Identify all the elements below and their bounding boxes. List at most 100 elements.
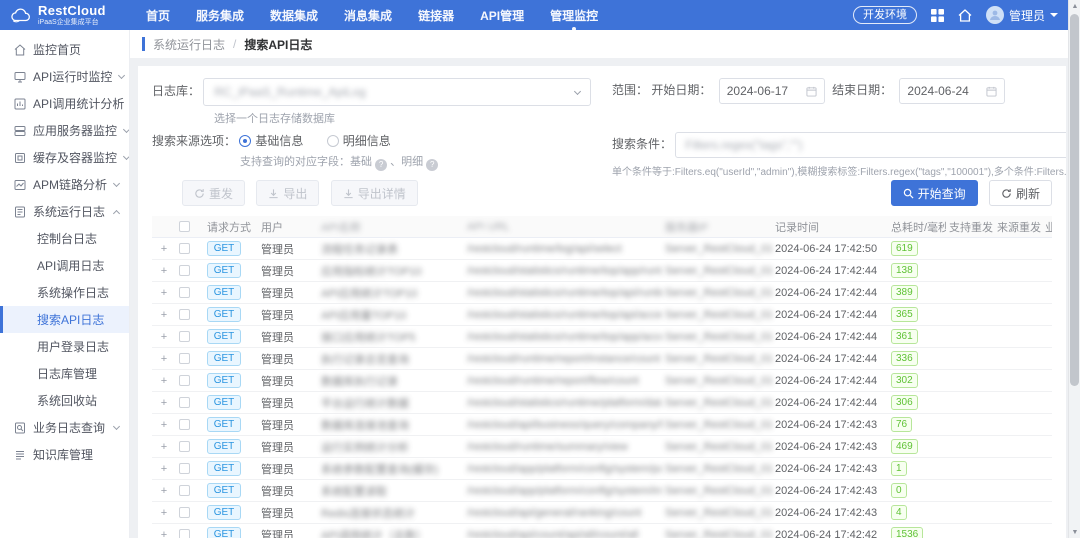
sidebar-sub-user-login-log[interactable]: 用户登录日志 xyxy=(0,333,129,360)
scroll-up-icon[interactable]: ▲ xyxy=(1069,0,1080,12)
expand-row-icon[interactable]: + xyxy=(152,265,176,277)
nav-item-service-integration[interactable]: 服务集成 xyxy=(196,7,244,24)
user-menu[interactable]: 管理员 xyxy=(986,6,1058,24)
environment-badge[interactable]: 开发环境 xyxy=(853,6,917,24)
breadcrumb-parent[interactable]: 系统运行日志 xyxy=(153,36,225,53)
log-db-select[interactable]: RC_iPaaS_Runtime_ApiLog xyxy=(203,78,591,106)
table-row[interactable]: + GET 管理员 API应用统计TOP10 /restcloud/statis… xyxy=(152,282,1052,304)
expand-row-icon[interactable]: + xyxy=(152,419,176,431)
row-checkbox[interactable] xyxy=(179,441,190,452)
expand-row-icon[interactable]: + xyxy=(152,529,176,538)
row-checkbox[interactable] xyxy=(179,529,190,538)
radio-detail-dot[interactable] xyxy=(327,135,339,147)
expand-row-icon[interactable]: + xyxy=(152,353,176,365)
row-checkbox[interactable] xyxy=(179,419,190,430)
table-row[interactable]: + GET 管理员 API应用量TOP10 /restcloud/statist… xyxy=(152,304,1052,326)
expand-row-icon[interactable]: + xyxy=(152,243,176,255)
sidebar-item-apm-trace-analysis[interactable]: APM链路分析 xyxy=(0,171,129,198)
row-checkbox[interactable] xyxy=(179,397,190,408)
table-row[interactable]: + GET 管理员 执行记录总览查询 /restcloud/runtime/re… xyxy=(152,348,1052,370)
sidebar-item-business-log-query[interactable]: 业务日志查询 xyxy=(0,414,129,441)
sidebar-item-system-run-logs[interactable]: 系统运行日志 xyxy=(0,198,129,225)
table-row[interactable]: + GET 管理员 API调用统计（总数） /restcloud/api/cou… xyxy=(152,524,1052,538)
nav-item-api-management[interactable]: API管理 xyxy=(480,7,524,24)
sidebar-item-api-stats-analysis[interactable]: API调用统计分析 xyxy=(0,90,129,117)
row-server: Server_RestCloud_01 xyxy=(662,353,772,365)
row-record-time: 2024-06-24 17:42:44 xyxy=(772,309,888,321)
row-checkbox[interactable] xyxy=(179,243,190,254)
sidebar-item-cache-container-monitor[interactable]: 缓存及容器监控 xyxy=(0,144,129,171)
col-method: 请求方式 xyxy=(204,219,258,235)
sidebar-sub-log-db-management[interactable]: 日志库管理 xyxy=(0,360,129,387)
row-api-name: 系统参数配置查询(缓存) xyxy=(318,461,464,477)
row-checkbox[interactable] xyxy=(179,265,190,276)
scrollbar-thumb[interactable] xyxy=(1070,14,1079,386)
home-icon[interactable] xyxy=(958,9,972,22)
end-date-input[interactable]: 2024-06-24 xyxy=(899,78,1005,104)
row-checkbox[interactable] xyxy=(179,287,190,298)
sidebar-item-knowledge-base[interactable]: 知识库管理 xyxy=(0,441,129,468)
table-row[interactable]: + GET 管理员 系统参数配置查询(缓存) /restcloud/app/pl… xyxy=(152,458,1052,480)
table-row[interactable]: + GET 管理员 流程任务记录表 /restcloud/runtime/log… xyxy=(152,238,1052,260)
sidebar-sub-system-op-log[interactable]: 系统操作日志 xyxy=(0,279,129,306)
sidebar-sub-recycle-bin[interactable]: 系统回收站 xyxy=(0,387,129,414)
table-row[interactable]: + GET 管理员 运行实例统计分析 /restcloud/runtime/su… xyxy=(152,436,1052,458)
row-server: Server_RestCloud_01 xyxy=(662,507,772,519)
resend-button[interactable]: 重发 xyxy=(182,180,245,206)
row-checkbox[interactable] xyxy=(179,463,190,474)
table-row[interactable]: + GET 管理员 数据库执行记录 /restcloud/runtime/rep… xyxy=(152,370,1052,392)
sidebar-item-api-runtime-monitor[interactable]: API运行时监控 xyxy=(0,63,129,90)
col-server: 服务器IP xyxy=(662,219,772,235)
row-api-name: 运行实例统计分析 xyxy=(318,439,464,455)
expand-row-icon[interactable]: + xyxy=(152,463,176,475)
sidebar-sub-api-call-log[interactable]: API调用日志 xyxy=(0,252,129,279)
nav-item-home[interactable]: 首页 xyxy=(146,7,170,24)
search-condition-input[interactable]: Filters.regex("tags","") xyxy=(675,132,1066,158)
row-api-name: API应用量TOP10 xyxy=(318,307,464,323)
sidebar-sub-search-api-log[interactable]: 搜索API日志 xyxy=(0,306,129,333)
expand-row-icon[interactable]: + xyxy=(152,507,176,519)
radio-basic[interactable]: 基础信息 xyxy=(239,134,323,148)
radio-detail[interactable]: 明细信息 xyxy=(327,134,411,148)
row-checkbox[interactable] xyxy=(179,507,190,518)
apps-grid-icon[interactable] xyxy=(931,9,944,22)
nav-item-management-monitor[interactable]: 管理监控 xyxy=(550,7,598,24)
expand-row-icon[interactable]: + xyxy=(152,441,176,453)
sidebar-item-monitor-home[interactable]: 监控首页 xyxy=(0,36,129,63)
expand-row-icon[interactable]: + xyxy=(152,485,176,497)
sidebar-item-app-server-monitor[interactable]: 应用服务器监控 xyxy=(0,117,129,144)
export-detail-button[interactable]: 导出详情 xyxy=(331,180,418,206)
start-query-button[interactable]: 开始查询 xyxy=(891,180,978,206)
select-all-checkbox[interactable] xyxy=(179,221,190,232)
brand[interactable]: RestCloud iPaaS企业集成平台 xyxy=(10,4,138,26)
help-question-icon[interactable]: ? xyxy=(426,159,438,171)
expand-row-icon[interactable]: + xyxy=(152,287,176,299)
table-row[interactable]: + GET 管理员 接口应用统计TOP5 /restcloud/statisti… xyxy=(152,326,1052,348)
condition-help: 单个条件等于:Filters.eq("userId","admin"),模糊搜索… xyxy=(612,163,1066,178)
row-checkbox[interactable] xyxy=(179,309,190,320)
nav-item-message-integration[interactable]: 消息集成 xyxy=(344,7,392,24)
nav-item-connector[interactable]: 链接器 xyxy=(418,7,454,24)
start-date-input[interactable]: 2024-06-17 xyxy=(719,78,825,104)
radio-basic-dot[interactable] xyxy=(239,135,251,147)
nav-item-data-integration[interactable]: 数据集成 xyxy=(270,7,318,24)
scroll-down-icon[interactable]: ▼ xyxy=(1069,526,1080,538)
expand-row-icon[interactable]: + xyxy=(152,309,176,321)
expand-row-icon[interactable]: + xyxy=(152,375,176,387)
row-checkbox[interactable] xyxy=(179,353,190,364)
sidebar-sub-console-log[interactable]: 控制台日志 xyxy=(0,225,129,252)
refresh-button[interactable]: 刷新 xyxy=(989,180,1052,206)
table-row[interactable]: + GET 管理员 平台运行统计数据 /restcloud/statistics… xyxy=(152,392,1052,414)
expand-row-icon[interactable]: + xyxy=(152,331,176,343)
page-scrollbar[interactable]: ▲ ▼ xyxy=(1068,0,1080,538)
table-row[interactable]: + GET 管理员 Redis连接状态统计 /restcloud/api/gen… xyxy=(152,502,1052,524)
row-checkbox[interactable] xyxy=(179,331,190,342)
help-question-icon[interactable]: ? xyxy=(375,159,387,171)
table-row[interactable]: + GET 管理员 应用指标统计TOP10 /restcloud/statist… xyxy=(152,260,1052,282)
table-row[interactable]: + GET 管理员 系统配置读取 /restcloud/app/platform… xyxy=(152,480,1052,502)
row-checkbox[interactable] xyxy=(179,485,190,496)
expand-row-icon[interactable]: + xyxy=(152,397,176,409)
table-row[interactable]: + GET 管理员 数据库连接池查询 /restcloud/api/busine… xyxy=(152,414,1052,436)
row-checkbox[interactable] xyxy=(179,375,190,386)
export-button[interactable]: 导出 xyxy=(256,180,319,206)
